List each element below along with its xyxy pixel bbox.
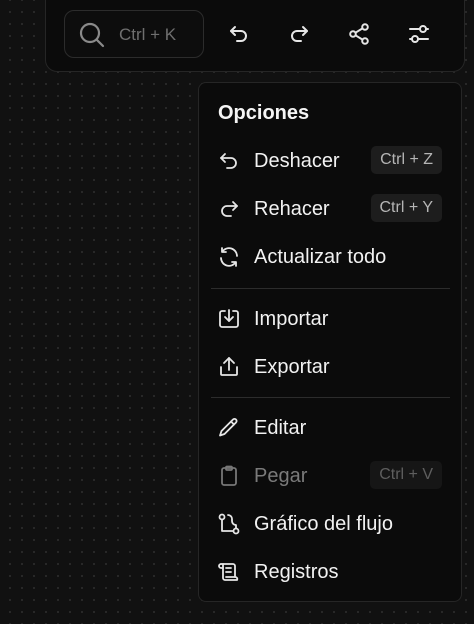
menu-item-label: Editar <box>254 417 307 439</box>
menu-item-logs[interactable]: Registros <box>205 552 455 592</box>
options-menu: Opciones Deshacer Ctrl + Z Rehacer Ctrl … <box>198 82 462 602</box>
menu-item-label: Exportar <box>254 356 330 378</box>
refresh-icon <box>217 245 241 269</box>
menu-item-edit[interactable]: Editar <box>205 408 455 448</box>
share-button[interactable] <box>344 19 374 49</box>
undo-button[interactable] <box>224 19 254 49</box>
search-icon <box>79 22 105 48</box>
menu-item-label: Deshacer <box>254 150 340 172</box>
search-box[interactable]: Ctrl + K <box>64 10 204 58</box>
pencil-icon <box>217 416 241 440</box>
menu-item-label: Rehacer <box>254 198 330 220</box>
menu-item-paste: Pegar Ctrl + V <box>205 456 455 496</box>
redo-button[interactable] <box>284 19 314 49</box>
undo-icon <box>227 22 251 46</box>
share-icon <box>347 22 371 46</box>
menu-item-label: Importar <box>254 308 329 330</box>
menu-item-label: Pegar <box>254 465 308 487</box>
options-button[interactable] <box>404 19 434 49</box>
menu-item-label: Registros <box>254 561 339 583</box>
top-toolbar: Ctrl + K <box>45 0 465 72</box>
logs-scroll-icon <box>217 560 241 584</box>
shortcut-badge: Ctrl + V <box>370 461 442 489</box>
settings-sliders-icon <box>407 22 431 46</box>
undo-icon <box>217 149 241 173</box>
shortcut-badge: Ctrl + Y <box>370 194 442 222</box>
menu-divider <box>211 288 450 289</box>
redo-icon <box>217 197 241 221</box>
menu-item-undo[interactable]: Deshacer Ctrl + Z <box>205 141 455 181</box>
menu-item-refresh-all[interactable]: Actualizar todo <box>205 237 455 277</box>
menu-item-export[interactable]: Exportar <box>205 347 455 387</box>
menu-item-redo[interactable]: Rehacer Ctrl + Y <box>205 189 455 229</box>
menu-title: Opciones <box>218 102 310 124</box>
redo-icon <box>287 22 311 46</box>
shortcut-badge: Ctrl + Z <box>371 146 442 174</box>
search-shortcut-placeholder: Ctrl + K <box>119 25 177 44</box>
menu-item-label: Actualizar todo <box>254 246 387 268</box>
menu-item-label: Gráfico del flujo <box>254 513 393 535</box>
clipboard-icon <box>217 464 241 488</box>
flow-graph-icon <box>217 512 241 536</box>
menu-item-flow-graph[interactable]: Gráfico del flujo <box>205 504 455 544</box>
export-icon <box>217 355 241 379</box>
menu-divider <box>211 397 450 398</box>
menu-item-import[interactable]: Importar <box>205 299 455 339</box>
import-icon <box>217 307 241 331</box>
